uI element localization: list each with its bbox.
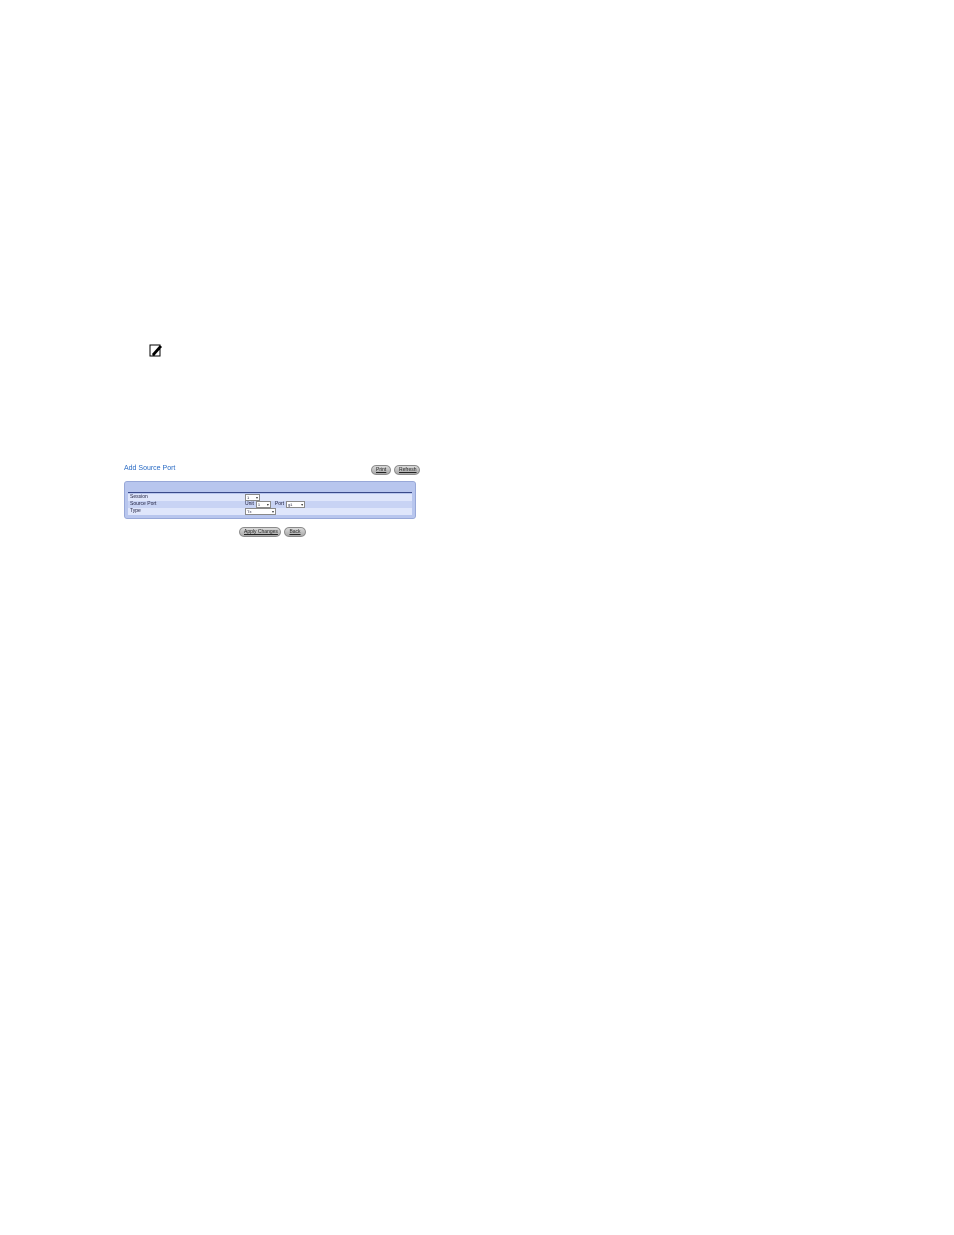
note-pencil-icon [148,342,164,358]
source-port-label: Source Port [130,501,157,507]
unit-select-value: 1 [257,502,261,507]
print-button[interactable]: Print [371,465,391,475]
form-actions: Apply Changes Back [239,527,306,537]
port-select[interactable]: g1 ▾ [286,501,306,508]
session-select-value: 1 [247,495,250,500]
form-row-type: Type Tx ▾ [128,508,412,515]
page-title: Add Source Port [124,465,176,472]
form-row-session: Session 1 ▾ [128,494,412,501]
chevron-down-icon: ▾ [255,495,258,500]
apply-changes-button[interactable]: Apply Changes [239,527,281,537]
chevron-down-icon: ▾ [266,502,269,507]
unit-label: Unit [245,501,254,507]
unit-select[interactable]: 1 ▾ [255,501,271,508]
type-select[interactable]: Tx ▾ [245,508,276,515]
chevron-down-icon: ▾ [301,502,304,507]
port-select-value: g1 [288,502,293,507]
form-row-source-port: Source Port Unit 1 ▾ Port g1 ▾ [128,501,412,508]
panel-divider [128,492,412,493]
top-toolbar: Print Refresh [371,465,420,475]
back-button[interactable]: Back [284,527,306,537]
refresh-button[interactable]: Refresh [394,465,420,475]
port-label: Port [274,501,285,507]
chevron-down-icon: ▾ [271,509,274,514]
source-port-form: Session 1 ▾ Source Port Unit 1 ▾ Port g1… [124,481,416,519]
session-select[interactable]: 1 ▾ [245,494,260,501]
session-label: Session [130,494,148,500]
type-label: Type [130,508,141,514]
type-select-value: Tx [247,509,252,514]
